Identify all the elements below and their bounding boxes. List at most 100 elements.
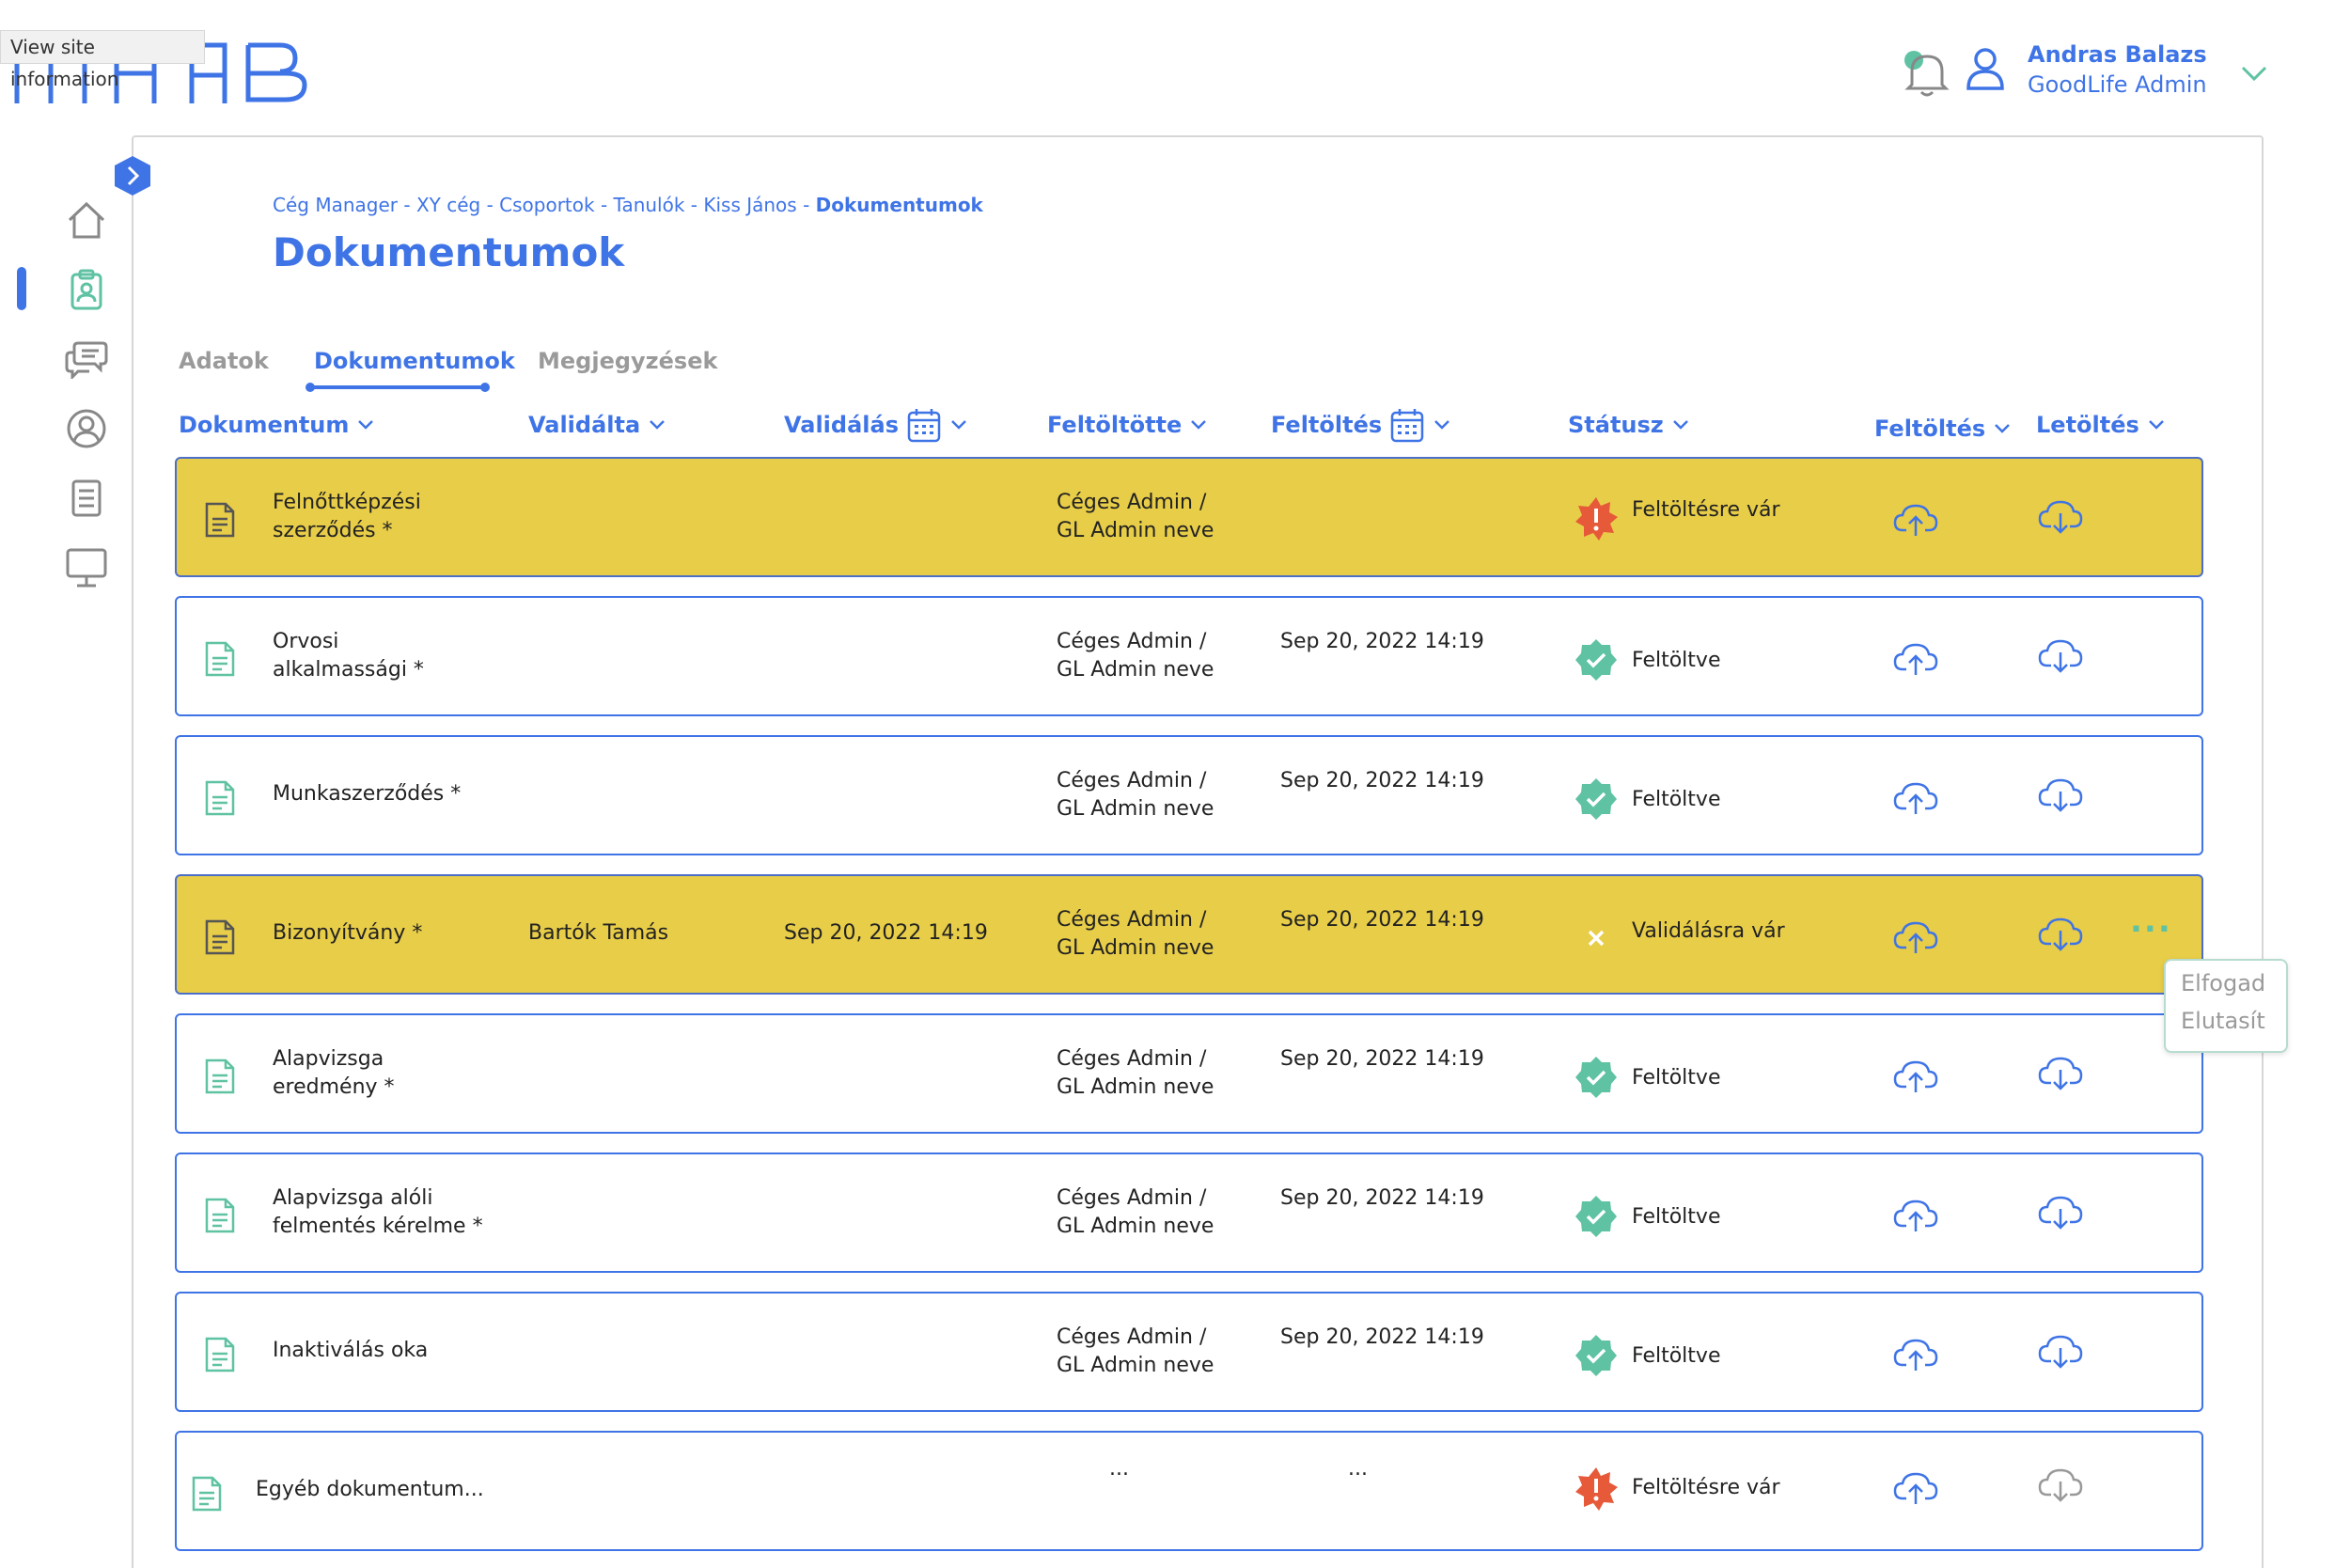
upload-date: Sep 20, 2022 14:19 — [1280, 1047, 1484, 1071]
sidebar-item-home[interactable] — [58, 192, 115, 248]
cloud-upload-icon[interactable] — [1893, 917, 1938, 955]
upload-date: Sep 20, 2022 14:19 — [1280, 769, 1484, 792]
col-header-dokumentum[interactable]: Dokumentum — [179, 406, 375, 444]
cloud-download-icon[interactable] — [2038, 637, 2083, 675]
col-header-label: Státusz — [1568, 412, 1664, 438]
document-icon — [205, 780, 235, 816]
uploaded-by-line: Céges Admin / — [1057, 630, 1207, 653]
col-header-label: Feltöltötte — [1047, 412, 1183, 438]
cloud-upload-icon[interactable] — [1893, 639, 1938, 677]
cloud-upload-icon[interactable] — [1893, 1196, 1938, 1233]
user-role: GoodLife Admin — [2028, 71, 2207, 98]
notification-bell-icon[interactable] — [1899, 43, 1955, 100]
more-actions-button[interactable]: ... — [2130, 902, 2172, 940]
status-text: Feltöltve — [1632, 1205, 1721, 1229]
document-name: Orvosi alkalmassági * — [273, 628, 424, 684]
document-name: Bizonyítvány * — [273, 919, 422, 948]
document-name: Inaktiválás oka — [273, 1337, 428, 1365]
accept-option[interactable]: Elfogad — [2181, 970, 2265, 996]
uploaded-by: Céges Admin / GL Admin neve — [1057, 1184, 1214, 1241]
document-name-line: alkalmassági * — [273, 658, 424, 682]
upload-date: Sep 20, 2022 14:19 — [1280, 630, 1484, 653]
table-row: Felnőttképzési szerződés * Céges Admin / GL… — [175, 457, 2203, 577]
uploaded-by: Céges Admin / GL Admin neve — [1057, 1324, 1214, 1380]
cloud-download-icon[interactable] — [2038, 1194, 2083, 1231]
document-name-line: Egyéb dokumentum... — [256, 1478, 484, 1501]
cloud-download-icon[interactable] — [2038, 1055, 2083, 1092]
sidebar-item-students[interactable] — [58, 261, 115, 318]
chevron-down-icon[interactable] — [2237, 56, 2271, 90]
sidebar-active-indicator — [17, 267, 26, 310]
document-name: Alapvizsga alóli felmentés kérelme * — [273, 1184, 483, 1241]
cloud-download-icon[interactable] — [2038, 498, 2083, 536]
uploaded-by-line: ... — [1109, 1457, 1129, 1481]
cloud-download-icon[interactable] — [2038, 916, 2083, 953]
uploaded-by: ... — [1109, 1455, 1129, 1483]
cloud-upload-icon[interactable] — [1893, 778, 1938, 816]
status-text: Feltöltésre vár — [1632, 1476, 1780, 1499]
col-header-feltoltes-date[interactable]: Feltöltés — [1271, 406, 1451, 444]
upload-date: Sep 20, 2022 14:19 — [1280, 1186, 1484, 1210]
uploaded-by-line: GL Admin neve — [1057, 797, 1214, 821]
col-header-feltoltotte[interactable]: Feltöltötte — [1047, 406, 1208, 444]
uploaded-by-line: GL Admin neve — [1057, 1354, 1214, 1377]
sidebar-expand-button[interactable] — [111, 154, 154, 197]
cloud-upload-icon[interactable] — [1893, 1335, 1938, 1372]
cloud-download-icon[interactable] — [2038, 776, 2083, 814]
site-info-tooltip: View site information — [0, 30, 205, 90]
document-name-line: Munkaszerződés * — [273, 782, 462, 806]
uploaded-by-line: GL Admin neve — [1057, 519, 1214, 542]
status-text: Feltöltve — [1632, 1344, 1721, 1368]
cloud-upload-icon[interactable] — [1893, 500, 1938, 538]
uploaded-by: Céges Admin / GL Admin neve — [1057, 767, 1214, 823]
cloud-upload-icon[interactable] — [1893, 1057, 1938, 1094]
document-icon — [205, 1198, 235, 1233]
col-header-label: Feltöltés — [1874, 416, 1986, 442]
uploaded-by-line: GL Admin neve — [1057, 1075, 1214, 1099]
tab-adatok[interactable]: Adatok — [179, 348, 269, 374]
col-header-label: Validálta — [528, 412, 641, 438]
clipboard-user-icon — [70, 269, 102, 310]
active-tab-underline — [306, 383, 490, 392]
cloud-download-icon[interactable] — [2038, 1466, 2083, 1504]
breadcrumb-separator: - — [690, 194, 697, 216]
uploaded-by: Céges Admin / GL Admin neve — [1057, 906, 1214, 963]
cloud-upload-icon[interactable] — [1893, 1468, 1938, 1506]
breadcrumb-item[interactable]: Cég Manager — [273, 194, 398, 216]
document-icon — [205, 641, 235, 677]
breadcrumb-item[interactable]: Csoportok — [499, 194, 594, 216]
document-icon — [205, 919, 235, 955]
document-name-line: Orvosi — [273, 630, 339, 653]
tab-dokumentumok[interactable]: Dokumentumok — [314, 348, 515, 374]
tab-megjegyzesek[interactable]: Megjegyzések — [538, 348, 717, 374]
table-row: Bizonyítvány * Bartók Tamás Sep 20, 2022 1… — [175, 874, 2203, 995]
document-name-line: Bizonyítvány * — [273, 921, 423, 945]
user-name[interactable]: Andras Balazs — [2028, 41, 2207, 68]
user-icon[interactable] — [1963, 45, 2008, 92]
table-row: Alapvizsga alóli felmentés kérelme * Céges… — [175, 1152, 2203, 1273]
validation-action-menu: Elfogad Elutasít — [2164, 959, 2288, 1053]
breadcrumb-separator: - — [600, 194, 608, 216]
sidebar-item-monitor[interactable] — [58, 540, 115, 596]
document-name: Alapvizsga eredmény * — [273, 1045, 395, 1102]
col-header-letoltes[interactable]: Letöltés — [2036, 406, 2166, 444]
breadcrumb-item[interactable]: XY cég — [416, 194, 480, 216]
uploaded-by-line: GL Admin neve — [1057, 936, 1214, 960]
col-header-validalas[interactable]: Validálás — [784, 406, 968, 444]
col-header-statusz[interactable]: Státusz — [1568, 406, 1690, 444]
sidebar-item-profile[interactable] — [58, 400, 115, 457]
col-header-feltoltes-action[interactable]: Feltöltés — [1874, 410, 2012, 447]
upload-date: ... — [1348, 1457, 1368, 1481]
breadcrumb-item[interactable]: Tanulók — [614, 194, 685, 216]
cloud-download-icon[interactable] — [2038, 1333, 2083, 1371]
chevron-down-icon — [650, 420, 666, 430]
chevron-down-icon — [358, 420, 374, 430]
col-header-validalta[interactable]: Validálta — [528, 406, 666, 444]
reject-option[interactable]: Elutasít — [2181, 1008, 2265, 1034]
sidebar-item-documents[interactable] — [58, 470, 115, 526]
document-name-line: Alapvizsga alóli — [273, 1186, 433, 1210]
table-row: Egyéb dokumentum......... Feltöltésre vár — [175, 1431, 2203, 1551]
table-row: Alapvizsga eredmény * Céges Admin / GL Admi… — [175, 1013, 2203, 1134]
document-name-line: szerződés * — [273, 519, 393, 542]
breadcrumb-item[interactable]: Kiss János — [703, 194, 796, 216]
